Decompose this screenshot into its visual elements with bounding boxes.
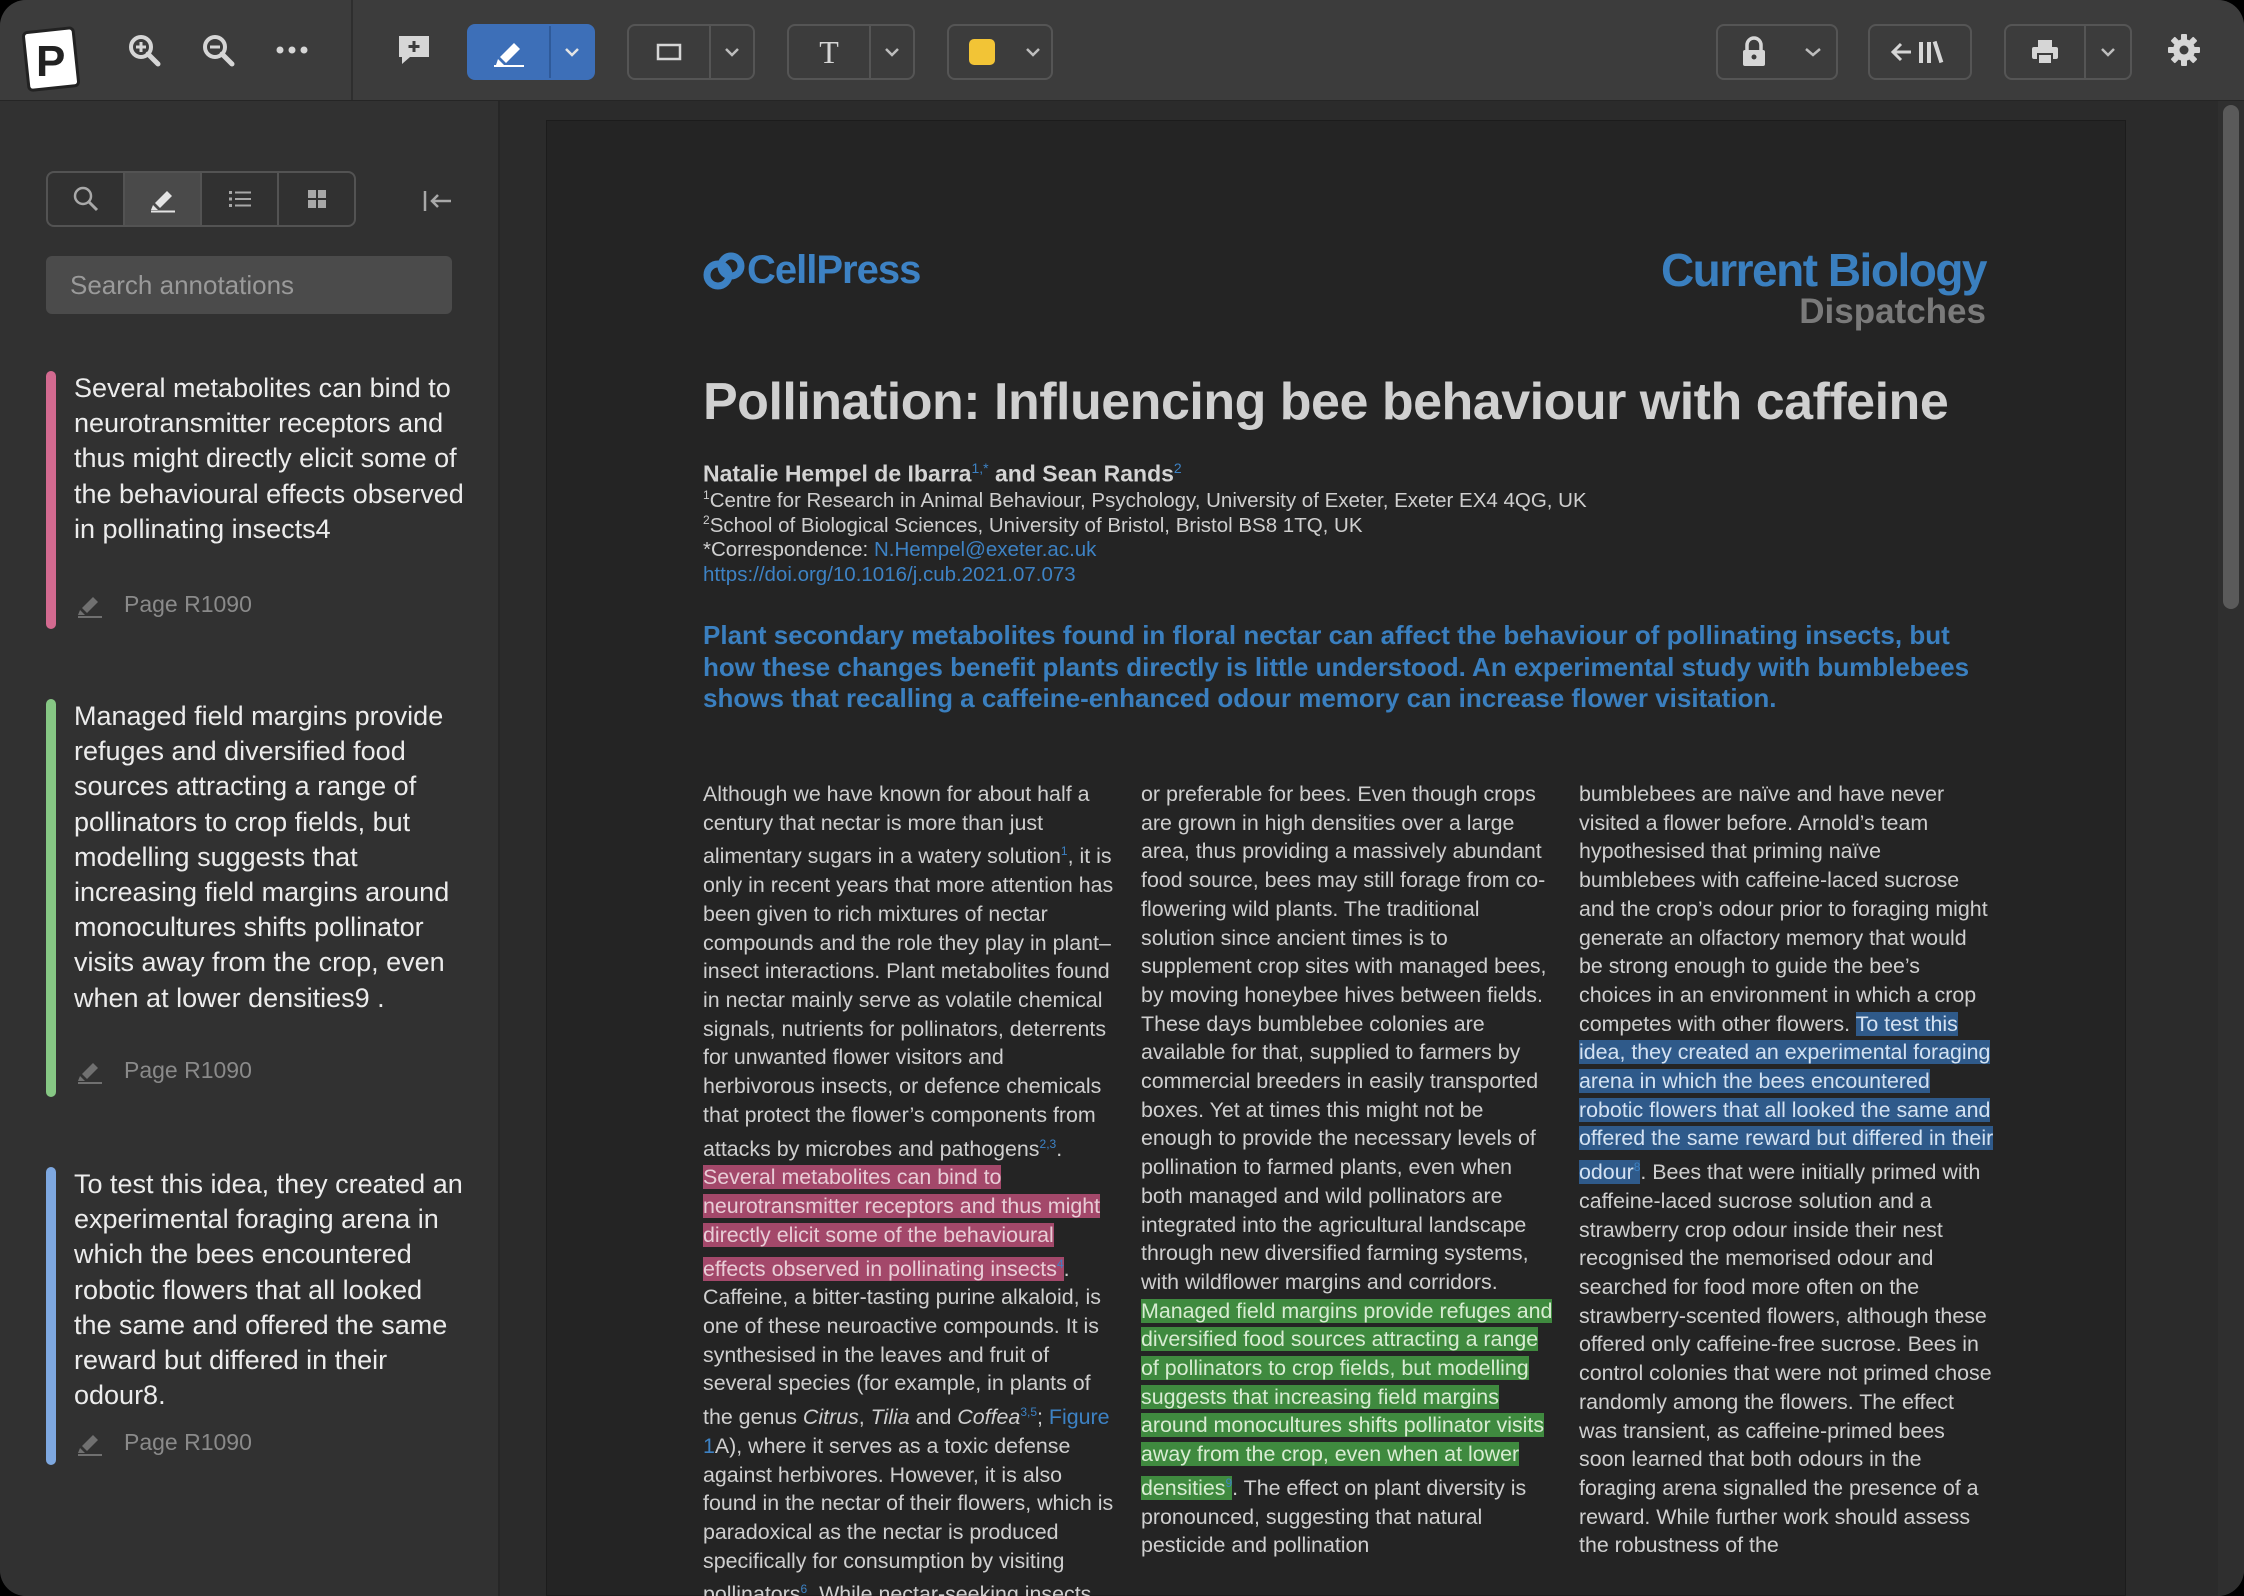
body-column-1: Although we have known for about half a … xyxy=(703,782,1114,1596)
highlighter-icon xyxy=(150,191,175,213)
highlighter-icon[interactable] xyxy=(469,26,551,78)
sidebar-view-switcher xyxy=(46,171,356,227)
highlight-pink[interactable]: Several metabolites can bind to neurotra… xyxy=(703,1165,1101,1281)
annotation-text: Several metabolites can bind to neurotra… xyxy=(74,373,464,544)
article-authors: Natalie Hempel de Ibarra1,* and Sean Ran… xyxy=(703,460,1182,488)
publisher-name: CellPress xyxy=(747,248,921,292)
color-picker-button[interactable] xyxy=(947,24,1053,80)
journal-name: Current Biology xyxy=(1660,244,1988,296)
annotation-card[interactable]: Several metabolites can bind to neurotra… xyxy=(46,371,466,631)
highlighter-icon xyxy=(78,596,102,618)
zoom-out-icon[interactable] xyxy=(194,0,242,100)
doi-link[interactable]: https://doi.org/10.1016/j.cub.2021.07.07… xyxy=(703,563,1076,587)
annotation-page-label: Page R1090 xyxy=(124,1429,252,1455)
shape-tool-button[interactable] xyxy=(627,24,755,80)
annotation-color-bar xyxy=(46,1167,56,1465)
lock-button[interactable] xyxy=(1716,24,1838,80)
scrollbar-thumb[interactable] xyxy=(2223,105,2239,609)
rectangle-icon[interactable] xyxy=(629,26,711,78)
print-button[interactable] xyxy=(2004,24,2132,80)
print-icon[interactable] xyxy=(2006,26,2086,78)
citation-link[interactable]: 3,5 xyxy=(1020,1405,1037,1419)
highlighter-icon xyxy=(78,1434,102,1456)
cellpress-logo: CellPress xyxy=(703,248,921,293)
chevron-down-icon[interactable] xyxy=(871,26,913,78)
authors-conjunction: and xyxy=(988,460,1043,487)
chevron-down-icon[interactable] xyxy=(1015,26,1051,78)
highlighter-icon xyxy=(78,1062,102,1084)
settings-gear-icon[interactable] xyxy=(2160,0,2208,100)
chevron-down-icon[interactable] xyxy=(551,26,593,78)
annotation-card[interactable]: To test this idea, they created an exper… xyxy=(46,1167,466,1467)
svg-text:P: P xyxy=(36,37,65,86)
annotation-card[interactable]: Managed field margins provide refuges an… xyxy=(46,699,466,1099)
annotations-sidebar: Several metabolites can bind to neurotra… xyxy=(0,101,500,1596)
cellpress-logo-icon xyxy=(703,252,745,289)
color-swatch-icon[interactable] xyxy=(949,26,1015,78)
journal-section: Dispatches xyxy=(1799,292,1986,331)
list-icon xyxy=(228,191,251,207)
zoom-in-icon[interactable] xyxy=(120,0,168,100)
text-tool-button[interactable]: T xyxy=(787,24,915,80)
author-affiliation-ref[interactable]: 2 xyxy=(1174,460,1182,476)
toolbar: P T xyxy=(0,0,2244,101)
search-icon xyxy=(73,186,98,212)
author-name: Natalie Hempel de Ibarra xyxy=(703,460,972,487)
author-affiliation-ref[interactable]: 1,* xyxy=(971,460,988,476)
body-column-3: bumblebees are naïve and have never visi… xyxy=(1579,782,1994,1558)
annotation-page-ref[interactable]: Page R1090 xyxy=(76,1057,252,1084)
highlight-green[interactable]: Managed field margins provide refuges an… xyxy=(1141,1298,1553,1500)
app-logo-icon: P xyxy=(22,26,81,92)
correspondence-email-link[interactable]: N.Hempel@exeter.ac.uk xyxy=(874,538,1097,561)
chevron-down-icon[interactable] xyxy=(2086,26,2130,78)
author-name: Sean Rands xyxy=(1042,460,1174,487)
correspondence: *Correspondence: N.Hempel@exeter.ac.uk xyxy=(703,538,1097,561)
search-view-tab[interactable] xyxy=(48,173,125,225)
citation-link[interactable]: 1 xyxy=(1061,844,1068,858)
back-to-library-button[interactable] xyxy=(1868,24,1972,80)
journal-header: Current Biology Dispatches xyxy=(1660,244,1988,331)
collapse-sidebar-icon[interactable] xyxy=(418,181,458,221)
annotation-page-label: Page R1090 xyxy=(124,1057,252,1083)
thumbnails-view-tab[interactable] xyxy=(279,173,354,225)
affiliation-1: 1Centre for Research in Animal Behaviour… xyxy=(703,488,1587,512)
search-annotations-input[interactable] xyxy=(46,256,452,314)
affiliation-2: 2School of Biological Sciences, Universi… xyxy=(703,513,1363,537)
annotation-text: Managed field margins provide refuges an… xyxy=(74,701,450,1013)
vertical-scrollbar[interactable] xyxy=(2218,101,2244,1596)
annotation-page-ref[interactable]: Page R1090 xyxy=(76,1429,252,1456)
chevron-down-icon[interactable] xyxy=(711,26,753,78)
body-column-2: or preferable for bees. Even though crop… xyxy=(1141,782,1553,1558)
add-comment-icon[interactable] xyxy=(390,0,438,100)
citation-link[interactable]: 2,3 xyxy=(1040,1137,1057,1151)
toolbar-divider xyxy=(351,0,353,100)
annotation-color-bar xyxy=(46,699,56,1097)
library-icon xyxy=(1890,40,1944,64)
highlight-blue[interactable]: To test this idea, they created an exper… xyxy=(1579,1011,1994,1185)
lock-icon[interactable] xyxy=(1718,26,1790,78)
annotations-view-tab[interactable] xyxy=(125,173,202,225)
annotation-page-ref[interactable]: Page R1090 xyxy=(76,591,252,618)
outline-view-tab[interactable] xyxy=(202,173,279,225)
grid-icon xyxy=(307,190,326,208)
annotation-text: To test this idea, they created an exper… xyxy=(74,1169,463,1411)
app-window: P T Search annotations Several metabolit… xyxy=(0,0,2244,1596)
annotation-page-label: Page R1090 xyxy=(124,591,252,617)
text-tool-icon[interactable]: T xyxy=(789,26,871,78)
chevron-down-icon[interactable] xyxy=(1790,26,1836,78)
article-title: Pollination: Influencing bee behaviour w… xyxy=(703,373,1949,431)
article-abstract: Plant secondary metabolites found in flo… xyxy=(703,620,1970,714)
annotation-color-bar xyxy=(46,371,56,629)
more-icon[interactable] xyxy=(268,0,316,100)
highlighter-tool-button[interactable] xyxy=(467,24,595,80)
